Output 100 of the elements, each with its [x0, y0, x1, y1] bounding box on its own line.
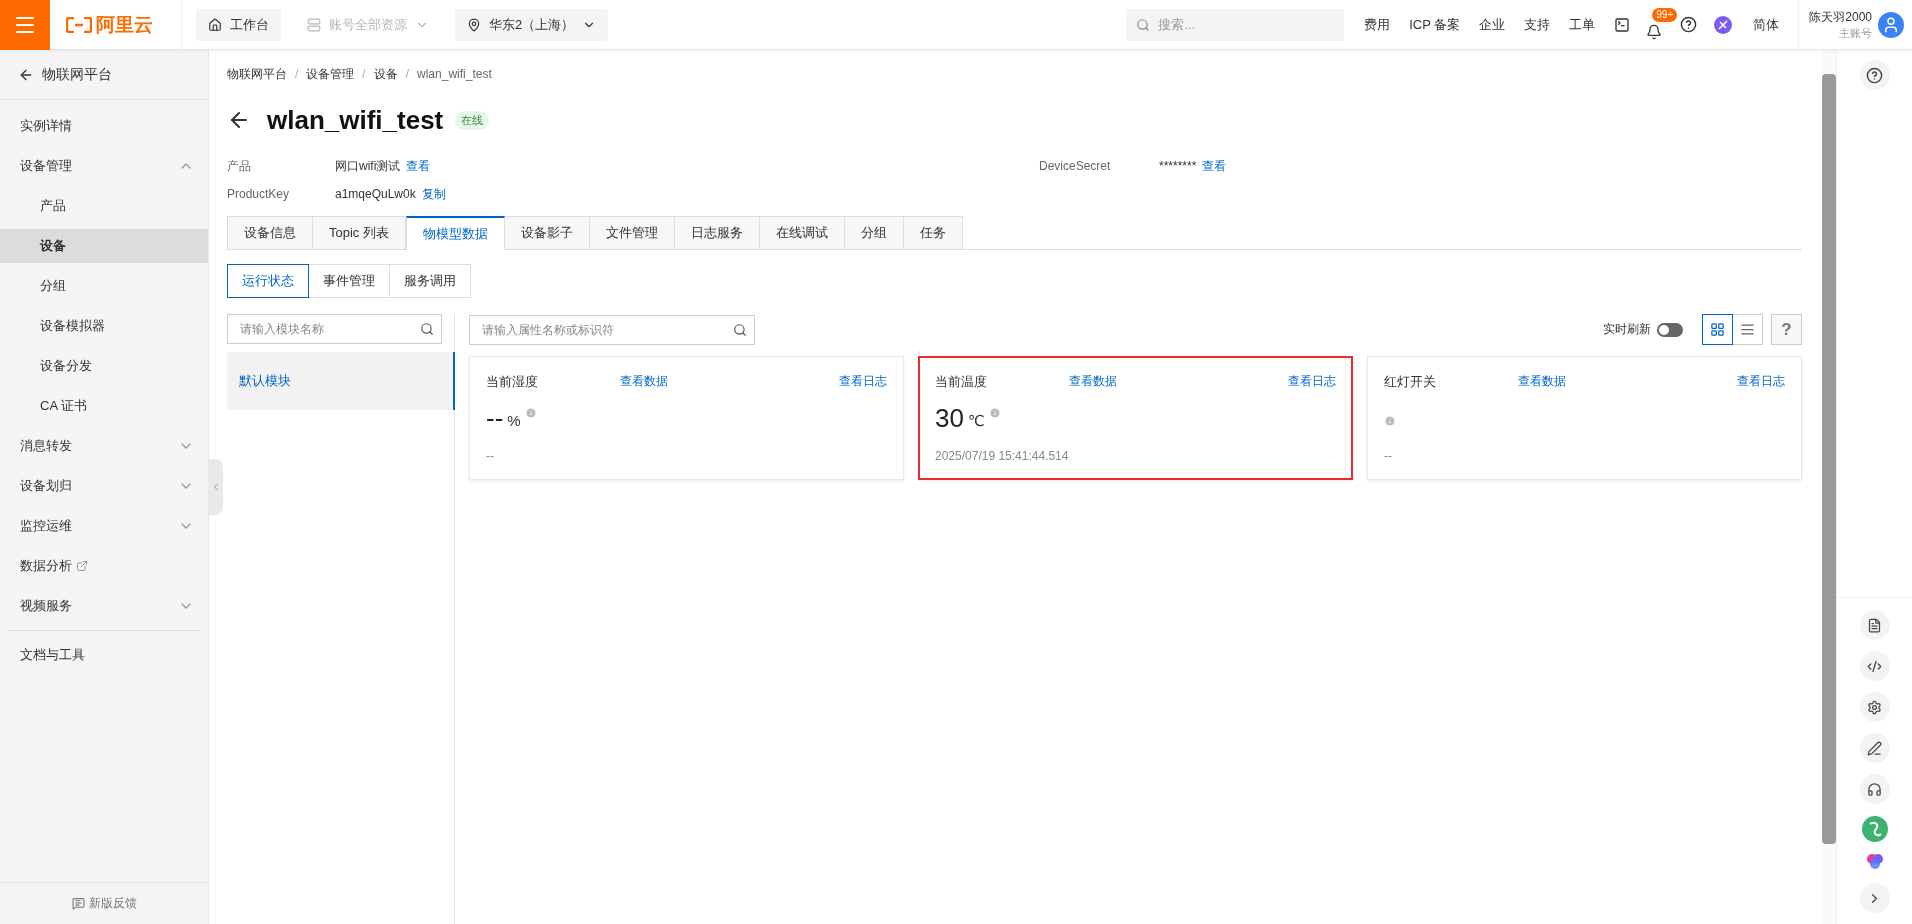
sidebar-item[interactable]: 监控运维 — [0, 509, 208, 543]
sidebar-item[interactable]: CA 证书 — [0, 389, 208, 423]
module-item[interactable]: 默认模块 — [227, 352, 455, 410]
tab[interactable]: 设备影子 — [504, 216, 590, 250]
sub-tab[interactable]: 事件管理 — [308, 264, 390, 298]
sidebar-item[interactable]: 设备分发 — [0, 349, 208, 383]
top-link[interactable]: 工单 — [1569, 15, 1596, 34]
grid-view-button[interactable] — [1702, 314, 1733, 345]
help-button[interactable] — [1680, 16, 1698, 33]
property-card[interactable]: 当前温度 查看数据 查看日志 30℃ 2025/07/19 15:41:44.514 — [918, 356, 1353, 480]
tab[interactable]: Topic 列表 — [313, 216, 406, 250]
scrollbar[interactable] — [1822, 50, 1836, 924]
sidebar-item[interactable]: 文档与工具 — [0, 638, 208, 672]
top-link[interactable]: ICP 备案 — [1409, 15, 1461, 34]
info-action-link[interactable]: 查看 — [1202, 157, 1227, 175]
breadcrumb-item[interactable]: 设备管理 — [306, 65, 355, 83]
sub-tab[interactable]: 运行状态 — [227, 264, 309, 298]
info-action-link[interactable]: 查看 — [406, 157, 431, 175]
help-button[interactable]: ? — [1771, 314, 1802, 345]
tab[interactable]: 设备信息 — [227, 216, 313, 250]
home-icon — [208, 17, 222, 32]
info-value: 网口wifi测试 — [335, 157, 401, 175]
property-time: 2025/07/19 15:41:44.514 — [935, 449, 1070, 463]
info-icon — [524, 407, 537, 419]
back-link-label: 物联网平台 — [42, 65, 112, 84]
sub-tab[interactable]: 服务调用 — [389, 264, 471, 298]
document-button[interactable] — [1859, 610, 1890, 640]
support-button[interactable] — [1859, 774, 1890, 804]
search-field[interactable]: 搜索... — [1126, 8, 1345, 41]
info-label: 产品 — [227, 157, 252, 175]
view-data-link[interactable]: 查看数据 — [1517, 373, 1652, 391]
view-data-link[interactable]: 查看数据 — [1068, 373, 1203, 391]
property-time: -- — [486, 449, 495, 463]
view-data-link[interactable]: 查看数据 — [619, 373, 754, 391]
realtime-toggle[interactable] — [1657, 322, 1683, 337]
menu-button[interactable] — [0, 0, 50, 50]
nav-button[interactable]: 华东2（上海） — [455, 8, 609, 41]
sidebar-item[interactable]: 分组 — [0, 269, 208, 303]
module-search-field[interactable]: 请输入模块名称 — [227, 314, 442, 344]
tab[interactable]: 分组 — [844, 216, 904, 250]
sidebar-item[interactable]: 数据分析 — [0, 549, 208, 583]
language-link[interactable]: 简体 — [1753, 15, 1780, 34]
view-log-link[interactable]: 查看日志 — [1288, 373, 1336, 391]
avatar-icon — [1878, 11, 1904, 38]
search-icon — [420, 322, 434, 336]
sidebar-item[interactable]: 消息转发 — [0, 429, 208, 463]
list-view-button[interactable] — [1732, 314, 1763, 345]
sidebar-item[interactable]: 视频服务 — [0, 589, 208, 623]
tab[interactable]: 日志服务 — [674, 216, 760, 250]
view-log-link[interactable]: 查看日志 — [839, 373, 887, 391]
sidebar-item[interactable]: 设备模拟器 — [0, 309, 208, 343]
settings-button[interactable] — [1859, 692, 1890, 722]
property-name: 当前湿度 — [486, 373, 539, 391]
feedback-link[interactable]: 新版反馈 — [0, 882, 208, 924]
code-button[interactable] — [1859, 651, 1890, 681]
breadcrumb-item[interactable]: 物联网平台 — [227, 65, 287, 83]
pen-icon — [1867, 740, 1882, 756]
top-link[interactable]: 费用 — [1364, 15, 1391, 34]
device-title: wlan_wifi_test — [267, 104, 444, 136]
user-menu[interactable]: 陈天羽2000 主账号 — [1798, 0, 1912, 50]
settings-icon — [1867, 699, 1882, 715]
property-card[interactable]: 当前湿度 查看数据 查看日志 --% -- — [469, 356, 904, 480]
terminal-button[interactable] — [1614, 16, 1631, 33]
assistant-icon[interactable] — [1860, 815, 1889, 843]
sidebar-item[interactable]: 实例详情 — [0, 109, 208, 143]
search-icon — [1136, 17, 1151, 32]
tab[interactable]: 任务 — [903, 216, 963, 250]
property-time: -- — [1384, 449, 1393, 463]
bell-icon — [1646, 23, 1663, 40]
info-action-link[interactable]: 复制 — [421, 185, 446, 203]
breadcrumb-item[interactable]: wlan_wifi_test — [417, 67, 492, 81]
notification-badge: 99+ — [1652, 7, 1678, 22]
top-link[interactable]: 企业 — [1479, 15, 1506, 34]
property-card[interactable]: 红灯开关 查看数据 查看日志 -- — [1367, 356, 1802, 480]
feedback-icon — [71, 897, 85, 910]
headset-icon — [1867, 781, 1882, 797]
tab[interactable]: 文件管理 — [589, 216, 675, 250]
grid-icon — [1710, 322, 1725, 337]
collapse-handle[interactable] — [208, 459, 223, 515]
external-link-icon — [76, 560, 88, 572]
edit-button[interactable] — [1859, 733, 1890, 763]
breadcrumb-item[interactable]: 设备 — [373, 65, 398, 83]
info-icon — [1384, 415, 1396, 427]
sidebar-item[interactable]: 设备 — [0, 229, 208, 263]
property-search-field[interactable]: 请输入属性名称或标识符 — [469, 314, 755, 345]
property-unit: % — [507, 411, 521, 431]
tab[interactable]: 物模型数据 — [405, 216, 505, 250]
sidebar-item[interactable]: 产品 — [0, 189, 208, 223]
search-icon — [733, 322, 747, 337]
help-button[interactable] — [1859, 60, 1890, 90]
nav-button[interactable]: 工作台 — [196, 8, 281, 41]
list-icon — [1740, 322, 1755, 337]
sidebar-item[interactable]: 设备划归 — [0, 469, 208, 503]
view-log-link[interactable]: 查看日志 — [1737, 373, 1785, 391]
tab[interactable]: 在线调试 — [759, 216, 845, 250]
code-icon — [1867, 658, 1882, 674]
back-link[interactable]: 物联网平台 — [0, 50, 208, 100]
logo-icon — [66, 16, 92, 33]
top-link[interactable]: 支持 — [1524, 15, 1551, 34]
sidebar-item[interactable]: 设备管理 — [0, 149, 208, 183]
